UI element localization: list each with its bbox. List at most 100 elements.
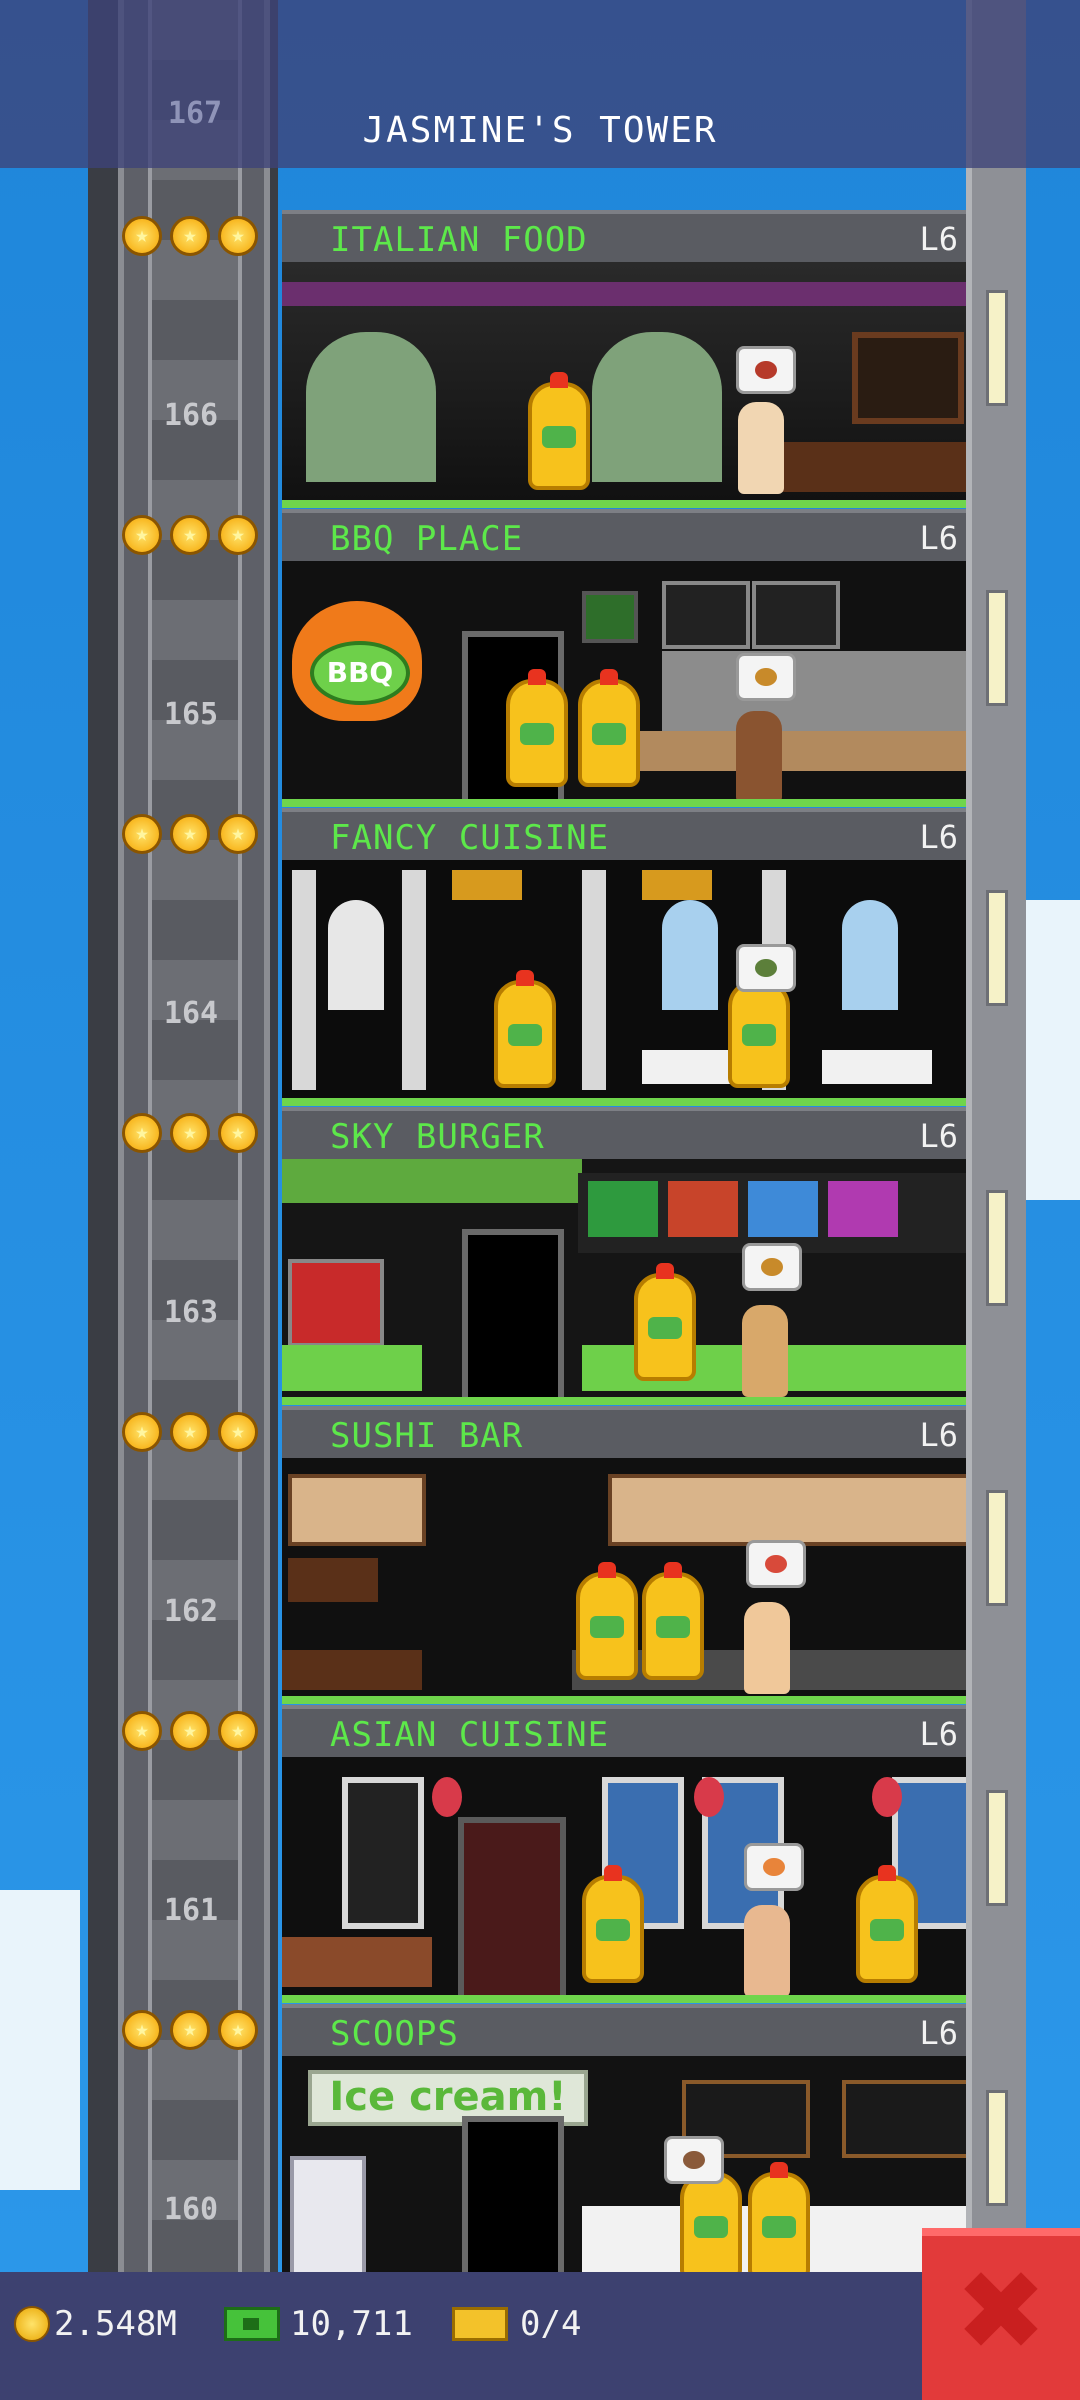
chicken-mascot[interactable]	[634, 1263, 696, 1381]
star-icon: ★	[122, 1711, 162, 1751]
menu-board	[842, 2080, 966, 2158]
floor-level: L6	[919, 818, 958, 856]
floor-161-stars: ★ ★ ★	[122, 1711, 258, 1751]
floor-label-sushi-bar[interactable]: SUSHI BAR L6	[282, 1406, 966, 1458]
menu-board	[852, 332, 964, 424]
door	[462, 2116, 564, 2272]
shoji-window	[288, 1474, 426, 1546]
chicken-mascot[interactable]	[582, 1865, 644, 1983]
chicken-mascot[interactable]	[576, 1562, 638, 1680]
chicken-mascot[interactable]	[642, 1562, 704, 1680]
tickets-counter[interactable]: 0/4	[452, 2300, 581, 2348]
menu-board	[662, 581, 750, 649]
star-icon: ★	[122, 216, 162, 256]
floor-label-scoops[interactable]: SCOOPS L6	[282, 2004, 966, 2056]
star-icon: ★	[218, 216, 258, 256]
floor-label-asian-cuisine[interactable]: ASIAN CUISINE L6	[282, 1705, 966, 1757]
star-icon: ★	[170, 515, 210, 555]
chicken-mascot[interactable]	[856, 1865, 918, 1983]
floor-number: 161	[163, 1893, 219, 1928]
wall-shelf	[288, 1558, 378, 1602]
star-icon: ★	[122, 2010, 162, 2050]
speech-bubble	[736, 653, 796, 701]
paper-lantern	[872, 1777, 902, 1817]
customer[interactable]	[744, 1905, 790, 1995]
floor-165-stars: ★ ★ ★	[122, 515, 258, 555]
floor-level: L6	[919, 519, 958, 557]
floor-sky-burger[interactable]	[282, 1159, 966, 1405]
window-arched	[306, 332, 436, 482]
floor-bbq-place[interactable]: BBQ	[282, 561, 966, 807]
ticket-icon	[452, 2307, 508, 2341]
floor-name: ASIAN CUISINE	[330, 1715, 610, 1755]
floor-number: 166	[163, 398, 219, 433]
menu-screen	[748, 1181, 818, 1237]
floor-scoops[interactable]: Ice cream!	[282, 2056, 966, 2272]
customer[interactable]	[742, 1305, 788, 1397]
window-arched	[592, 332, 722, 482]
floor-number: 162	[163, 1594, 219, 1629]
floor-asian-cuisine[interactable]	[282, 1757, 966, 2003]
soda-machine	[288, 1259, 384, 1347]
tower-title[interactable]: JASMINE'S TOWER	[0, 110, 1080, 151]
close-button[interactable]: ✖	[922, 2228, 1080, 2400]
customer[interactable]	[744, 1602, 790, 1694]
floor-label-italian-food[interactable]: ITALIAN FOOD L6	[282, 210, 966, 262]
floor-label-fancy-cuisine[interactable]: FANCY CUISINE L6	[282, 808, 966, 860]
floor-163-stars: ★ ★ ★	[122, 1113, 258, 1153]
floor-166-stars: ★ ★ ★	[122, 216, 258, 256]
close-icon: ✖	[954, 2247, 1048, 2375]
chicken-mascot[interactable]	[506, 669, 568, 787]
coin-icon	[14, 2306, 50, 2342]
star-icon: ★	[170, 2010, 210, 2050]
chicken-mascot[interactable]	[748, 2162, 810, 2272]
floor-level: L6	[919, 1715, 958, 1753]
chicken-mascot[interactable]	[728, 970, 790, 1088]
speech-bubble	[664, 2136, 724, 2184]
window-arched	[662, 900, 718, 1010]
floor-name: SUSHI BAR	[330, 1416, 524, 1456]
star-icon: ★	[218, 515, 258, 555]
lattice-window	[342, 1777, 424, 1929]
floor-name: BBQ PLACE	[330, 519, 524, 559]
bux-counter[interactable]: 10,711	[224, 2300, 413, 2348]
counter	[772, 442, 966, 492]
floor-name: SKY BURGER	[330, 1117, 545, 1157]
floor-label-bbq-place[interactable]: BBQ PLACE L6	[282, 509, 966, 561]
floor-fancy-cuisine[interactable]	[282, 860, 966, 1106]
floor-italian-food[interactable]	[282, 262, 966, 508]
floor-number: 160	[163, 2192, 219, 2227]
customer[interactable]	[738, 402, 784, 494]
coins-value: 2.548M	[54, 2304, 177, 2344]
chicken-mascot[interactable]	[494, 970, 556, 1088]
floor-160-stars: ★ ★ ★	[122, 2010, 258, 2050]
chicken-mascot[interactable]	[528, 372, 590, 490]
coins-counter[interactable]: 2.548M	[14, 2300, 177, 2348]
chicken-mascot[interactable]	[680, 2162, 742, 2272]
floor-level: L6	[919, 220, 958, 258]
star-icon: ★	[170, 216, 210, 256]
star-icon: ★	[170, 1412, 210, 1452]
chandelier	[642, 870, 712, 900]
customer[interactable]	[736, 711, 782, 799]
counter	[282, 1650, 422, 1690]
star-icon: ★	[170, 814, 210, 854]
speech-bubble	[746, 1540, 806, 1588]
column	[402, 870, 426, 1090]
floor-sushi-bar[interactable]	[282, 1458, 966, 1704]
top-bar: 167 JASMINE'S TOWER	[0, 0, 1080, 168]
bux-value: 10,711	[290, 2304, 413, 2344]
window-light	[986, 290, 1008, 406]
floor-label-sky-burger[interactable]: SKY BURGER L6	[282, 1107, 966, 1159]
chicken-mascot[interactable]	[578, 669, 640, 787]
chandelier	[452, 870, 522, 900]
star-icon: ★	[122, 1113, 162, 1153]
floor-level: L6	[919, 1416, 958, 1454]
window-light	[986, 1790, 1008, 1906]
floor-number: 163	[163, 1295, 219, 1330]
door	[462, 1229, 564, 1397]
bbq-sign: BBQ	[310, 641, 410, 705]
floor-name: ITALIAN FOOD	[330, 220, 588, 260]
window-light	[986, 2090, 1008, 2206]
star-icon: ★	[122, 515, 162, 555]
